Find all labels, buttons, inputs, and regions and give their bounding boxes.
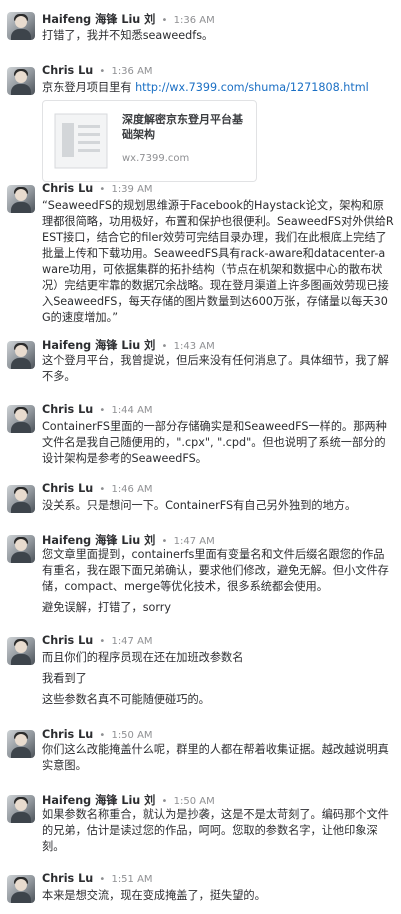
avatar[interactable] (7, 637, 35, 665)
message-text: 京东登月项目里有 http://wx.7399.com/shuma/127180… (42, 80, 394, 96)
message-text: 避免误解，打错了，sorry (42, 601, 171, 614)
sender-name[interactable]: Chris Lu (42, 482, 93, 495)
link-preview-url: wx.7399.com (122, 153, 190, 164)
timestamp[interactable]: 1:36 AM (111, 66, 152, 77)
timestamp[interactable]: 1:36 AM (174, 15, 215, 26)
timestamp[interactable]: 1:44 AM (111, 405, 152, 416)
sender-name[interactable]: Chris Lu (42, 872, 93, 885)
avatar[interactable] (7, 535, 35, 563)
avatar[interactable] (7, 485, 35, 513)
message-header: Haifeng 海锋 Liu 刘 • 1:36 AM (42, 13, 215, 26)
timestamp[interactable]: 1:50 AM (111, 730, 152, 741)
message-header: Chris Lu • 1:39 AM (42, 182, 153, 195)
avatar[interactable] (7, 405, 35, 433)
message-text: 而且你们的程序员现在还在加班改参数名 (42, 651, 244, 664)
sender-name[interactable]: Chris Lu (42, 64, 93, 77)
timestamp[interactable]: 1:47 AM (174, 536, 215, 547)
avatar[interactable] (7, 12, 35, 40)
sender-name[interactable]: Chris Lu (42, 182, 93, 195)
timestamp[interactable]: 1:43 AM (174, 341, 215, 352)
message-header: Chris Lu • 1:44 AM (42, 403, 153, 416)
sender-name[interactable]: Chris Lu (42, 403, 93, 416)
message-header: Haifeng 海锋 Liu 刘 • 1:43 AM (42, 339, 215, 352)
avatar[interactable] (7, 341, 35, 369)
timestamp[interactable]: 1:39 AM (111, 184, 152, 195)
message-text: 这些参数名真不可能随便碰巧的。 (42, 693, 210, 706)
timestamp[interactable]: 1:46 AM (111, 484, 152, 495)
sender-name[interactable]: Haifeng 海锋 Liu 刘 (42, 13, 155, 26)
timestamp[interactable]: 1:50 AM (174, 796, 215, 807)
sender-name[interactable]: Haifeng 海锋 Liu 刘 (42, 794, 155, 807)
avatar[interactable] (7, 67, 35, 95)
timestamp[interactable]: 1:47 AM (111, 636, 152, 647)
message-header: Chris Lu • 1:47 AM (42, 634, 153, 647)
message-text: 你们这么改能掩盖什么呢，群里的人都在帮着收集证据。越改越说明真实意图。 (42, 743, 389, 772)
message-text-prefix: 京东登月项目里有 (42, 81, 136, 94)
avatar[interactable] (7, 730, 35, 758)
link-preview-title[interactable]: 深度解密京东登月平台基础架构 (122, 112, 250, 142)
message-header: Chris Lu • 1:46 AM (42, 482, 153, 495)
sender-name[interactable]: Chris Lu (42, 728, 93, 741)
avatar[interactable] (7, 875, 35, 903)
message-text: 这个登月平台，我曾提说，但后来没有任何消息了。具体细节，我了解不多。 (42, 354, 389, 383)
timestamp[interactable]: 1:51 AM (111, 874, 152, 885)
message-text: “SeaweedFS的规划思维源于Facebook的Haystack论文，架构和… (42, 199, 394, 324)
message-text: 如果参数名称重合，就认为是抄袭，这是不是太苛刻了。编码那个文件的兄弟，估计是读过… (42, 808, 389, 853)
avatar[interactable] (7, 795, 35, 823)
document-thumbnail-icon (54, 113, 108, 169)
message-text: 您文章里面提到，containerfs里面有变量名和文件后缀名跟您的作品有重名，… (42, 548, 389, 593)
sender-name[interactable]: Chris Lu (42, 634, 93, 647)
sender-name[interactable]: Haifeng 海锋 Liu 刘 (42, 534, 155, 547)
message-link[interactable]: http://wx.7399.com/shuma/1271808.html (135, 81, 369, 94)
message-header: Chris Lu • 1:51 AM (42, 872, 153, 885)
message-header: Chris Lu • 1:36 AM (42, 64, 153, 77)
message-header: Chris Lu • 1:50 AM (42, 728, 153, 741)
message-header: Haifeng 海锋 Liu 刘 • 1:50 AM (42, 794, 215, 807)
message-text: 本来是想交流，现在变成掩盖了，挺失望的。 (42, 889, 266, 902)
message-text: 打错了，我并不知悉seaweedfs。 (42, 29, 214, 42)
avatar[interactable] (7, 185, 35, 213)
message-header: Haifeng 海锋 Liu 刘 • 1:47 AM (42, 534, 215, 547)
sender-name[interactable]: Haifeng 海锋 Liu 刘 (42, 339, 155, 352)
link-preview-card[interactable]: 深度解密京东登月平台基础架构 wx.7399.com (42, 100, 257, 182)
message-text: ContainerFS里面的一部分存储确实是和SeaweedFS一样的。那两种文… (42, 420, 387, 465)
message-text: 没关系。只是想问一下。ContainerFS有自己另外独到的地方。 (42, 499, 357, 512)
message-text: 我看到了 (42, 672, 87, 685)
